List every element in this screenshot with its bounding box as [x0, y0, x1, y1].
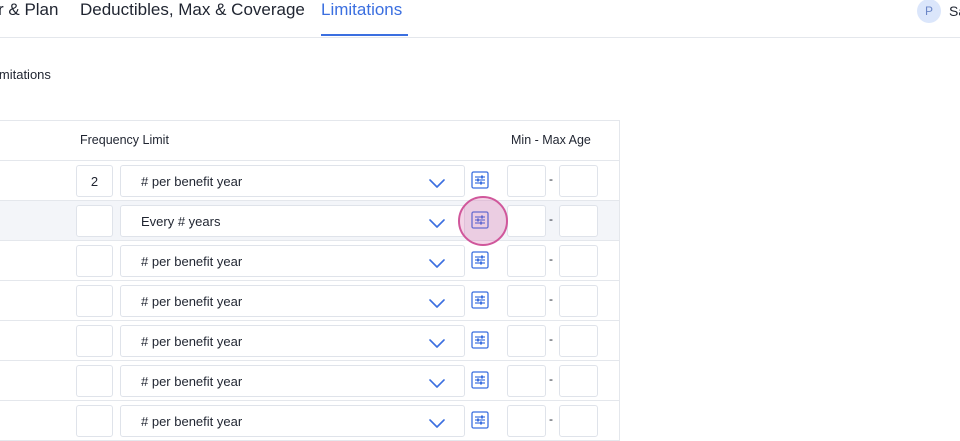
frequency-type-value: # per benefit year: [141, 374, 243, 389]
table-row: # per benefit year -: [0, 281, 619, 321]
frequency-count-input[interactable]: [76, 365, 113, 397]
sliders-icon[interactable]: [471, 211, 489, 229]
chevron-down-icon: [429, 376, 445, 388]
age-separator: -: [549, 212, 553, 226]
table-row: # per benefit year -: [0, 401, 619, 441]
age-separator: -: [549, 172, 553, 186]
max-age-input[interactable]: [559, 165, 598, 197]
frequency-type-select[interactable]: # per benefit year: [120, 285, 465, 317]
frequency-count-input[interactable]: [76, 285, 113, 317]
frequency-type-select[interactable]: # per benefit year: [120, 325, 465, 357]
min-age-input[interactable]: [507, 325, 546, 357]
min-age-input[interactable]: [507, 405, 546, 437]
frequency-count-input[interactable]: 2: [76, 165, 113, 197]
frequency-type-value: # per benefit year: [141, 294, 243, 309]
sliders-icon[interactable]: [471, 371, 489, 389]
section-title: imitations: [0, 67, 51, 82]
min-age-input[interactable]: [507, 285, 546, 317]
sliders-icon[interactable]: [471, 411, 489, 429]
frequency-count-input[interactable]: [76, 325, 113, 357]
chevron-down-icon: [429, 296, 445, 308]
age-separator: -: [549, 252, 553, 266]
sliders-icon[interactable]: [471, 251, 489, 269]
frequency-type-value: # per benefit year: [141, 174, 243, 189]
limitations-table: Frequency Limit Min - Max Age 2 # per ben…: [0, 120, 620, 441]
max-age-input[interactable]: [559, 245, 598, 277]
tab-deductibles[interactable]: Deductibles, Max & Coverage: [80, 0, 305, 35]
table-row: Every # years -: [0, 201, 619, 241]
chevron-down-icon: [429, 336, 445, 348]
sliders-icon[interactable]: [471, 331, 489, 349]
user-menu[interactable]: P Sa: [917, 0, 960, 24]
min-age-input[interactable]: [507, 165, 546, 197]
table-row: 2 # per benefit year -: [0, 161, 619, 201]
sliders-icon[interactable]: [471, 171, 489, 189]
chevron-down-icon: [429, 216, 445, 228]
frequency-type-select[interactable]: # per benefit year: [120, 165, 465, 197]
active-tab-indicator: [321, 34, 408, 36]
max-age-input[interactable]: [559, 205, 598, 237]
frequency-count-input[interactable]: [76, 405, 113, 437]
frequency-type-value: Every # years: [141, 214, 221, 229]
avatar: P: [917, 0, 941, 23]
frequency-count-input[interactable]: [76, 245, 113, 277]
frequency-type-select[interactable]: Every # years: [120, 205, 465, 237]
frequency-type-value: # per benefit year: [141, 414, 243, 429]
tab-plan[interactable]: r & Plan: [0, 0, 58, 35]
sliders-icon[interactable]: [471, 291, 489, 309]
tab-limitations[interactable]: Limitations: [321, 0, 402, 35]
min-age-input[interactable]: [507, 365, 546, 397]
user-name: Sa: [949, 3, 960, 19]
max-age-input[interactable]: [559, 325, 598, 357]
chevron-down-icon: [429, 176, 445, 188]
max-age-input[interactable]: [559, 285, 598, 317]
max-age-input[interactable]: [559, 365, 598, 397]
age-separator: -: [549, 412, 553, 426]
age-separator: -: [549, 372, 553, 386]
age-separator: -: [549, 332, 553, 346]
max-age-input[interactable]: [559, 405, 598, 437]
chevron-down-icon: [429, 256, 445, 268]
frequency-type-select[interactable]: # per benefit year: [120, 365, 465, 397]
table-row: # per benefit year -: [0, 241, 619, 281]
header-min-max-age: Min - Max Age: [511, 133, 591, 147]
table-header: Frequency Limit Min - Max Age: [0, 121, 619, 161]
table-row: # per benefit year -: [0, 321, 619, 361]
min-age-input[interactable]: [507, 205, 546, 237]
age-separator: -: [549, 292, 553, 306]
frequency-type-select[interactable]: # per benefit year: [120, 245, 465, 277]
min-age-input[interactable]: [507, 245, 546, 277]
frequency-count-input[interactable]: [76, 205, 113, 237]
chevron-down-icon: [429, 416, 445, 428]
header-frequency-limit: Frequency Limit: [80, 133, 169, 147]
table-row: # per benefit year -: [0, 361, 619, 401]
frequency-type-select[interactable]: # per benefit year: [120, 405, 465, 437]
frequency-type-value: # per benefit year: [141, 254, 243, 269]
frequency-type-value: # per benefit year: [141, 334, 243, 349]
tab-bar: r & Plan Deductibles, Max & Coverage Lim…: [0, 0, 960, 38]
